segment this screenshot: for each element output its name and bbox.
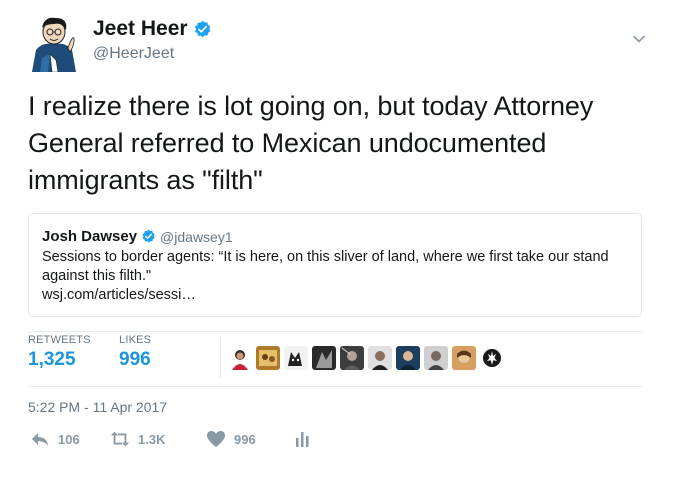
liker-avatar[interactable] — [312, 346, 336, 370]
reply-count: 106 — [58, 431, 80, 447]
likes-count: 996 — [119, 349, 151, 370]
verified-badge-icon — [142, 229, 155, 243]
divider — [220, 338, 221, 378]
reply-icon — [32, 433, 48, 446]
retweet-button[interactable]: 1.3K — [110, 430, 165, 448]
divider — [28, 331, 642, 332]
retweet-count: 1.3K — [138, 431, 166, 447]
liker-avatar[interactable] — [340, 346, 364, 370]
retweets-count: 1,325 — [28, 349, 76, 370]
tweet-header: Jeet Heer @HeerJeet — [28, 10, 652, 72]
author-display-name[interactable]: Jeet Heer — [93, 17, 188, 41]
quoted-tweet-card[interactable]: Josh Dawsey @jdawsey1 Sessions to border… — [28, 213, 642, 317]
verified-badge-icon — [194, 20, 210, 37]
chevron-down-icon[interactable] — [632, 32, 646, 46]
liker-avatar[interactable] — [452, 346, 476, 370]
liker-avatars — [228, 346, 504, 370]
retweets-stat[interactable]: RETWEETS 1,325 — [28, 334, 91, 371]
liker-avatar[interactable] — [424, 346, 448, 370]
liker-avatar[interactable] — [228, 346, 252, 370]
reply-button[interactable]: 106 — [30, 430, 80, 448]
liker-avatar[interactable] — [284, 346, 308, 370]
quoted-tweet-text: Sessions to border agents: “It is here, … — [42, 248, 628, 305]
author-handle[interactable]: @HeerJeet — [93, 45, 174, 63]
liker-avatar[interactable] — [256, 346, 280, 370]
quoted-author-handle: @jdawsey1 — [160, 228, 233, 245]
divider — [28, 386, 642, 387]
retweet-icon — [110, 431, 130, 447]
author-name-row: Jeet Heer — [93, 17, 212, 41]
tweet-stats: RETWEETS 1,325 LIKES 996 — [28, 334, 642, 384]
like-button[interactable]: 996 — [206, 430, 256, 448]
quoted-author-name: Josh Dawsey — [42, 228, 138, 245]
author-avatar[interactable] — [28, 14, 80, 72]
tweet-actions: 106 1.3K 996 — [30, 430, 630, 454]
like-count: 996 — [234, 431, 256, 447]
quoted-tweet-header: Josh Dawsey @jdawsey1 — [42, 228, 628, 245]
quoted-tweet-link[interactable]: wsj.com/articles/sessi… — [42, 286, 628, 305]
likes-label: LIKES — [119, 334, 152, 346]
analytics-icon — [296, 432, 309, 447]
tweet-timestamp[interactable]: 5:22 PM - 11 Apr 2017 — [28, 399, 167, 415]
analytics-button[interactable] — [292, 430, 312, 448]
quoted-tweet-body: Sessions to border agents: “It is here, … — [42, 249, 609, 284]
tweet-text: I realize there is lot going on, but tod… — [28, 91, 594, 195]
liker-avatar[interactable] — [368, 346, 392, 370]
heart-icon — [207, 431, 225, 447]
rebel-alliance-avatar-icon[interactable] — [480, 346, 504, 370]
liker-avatar[interactable] — [396, 346, 420, 370]
retweets-label: RETWEETS — [28, 334, 91, 346]
likes-stat[interactable]: LIKES 996 — [119, 334, 151, 371]
